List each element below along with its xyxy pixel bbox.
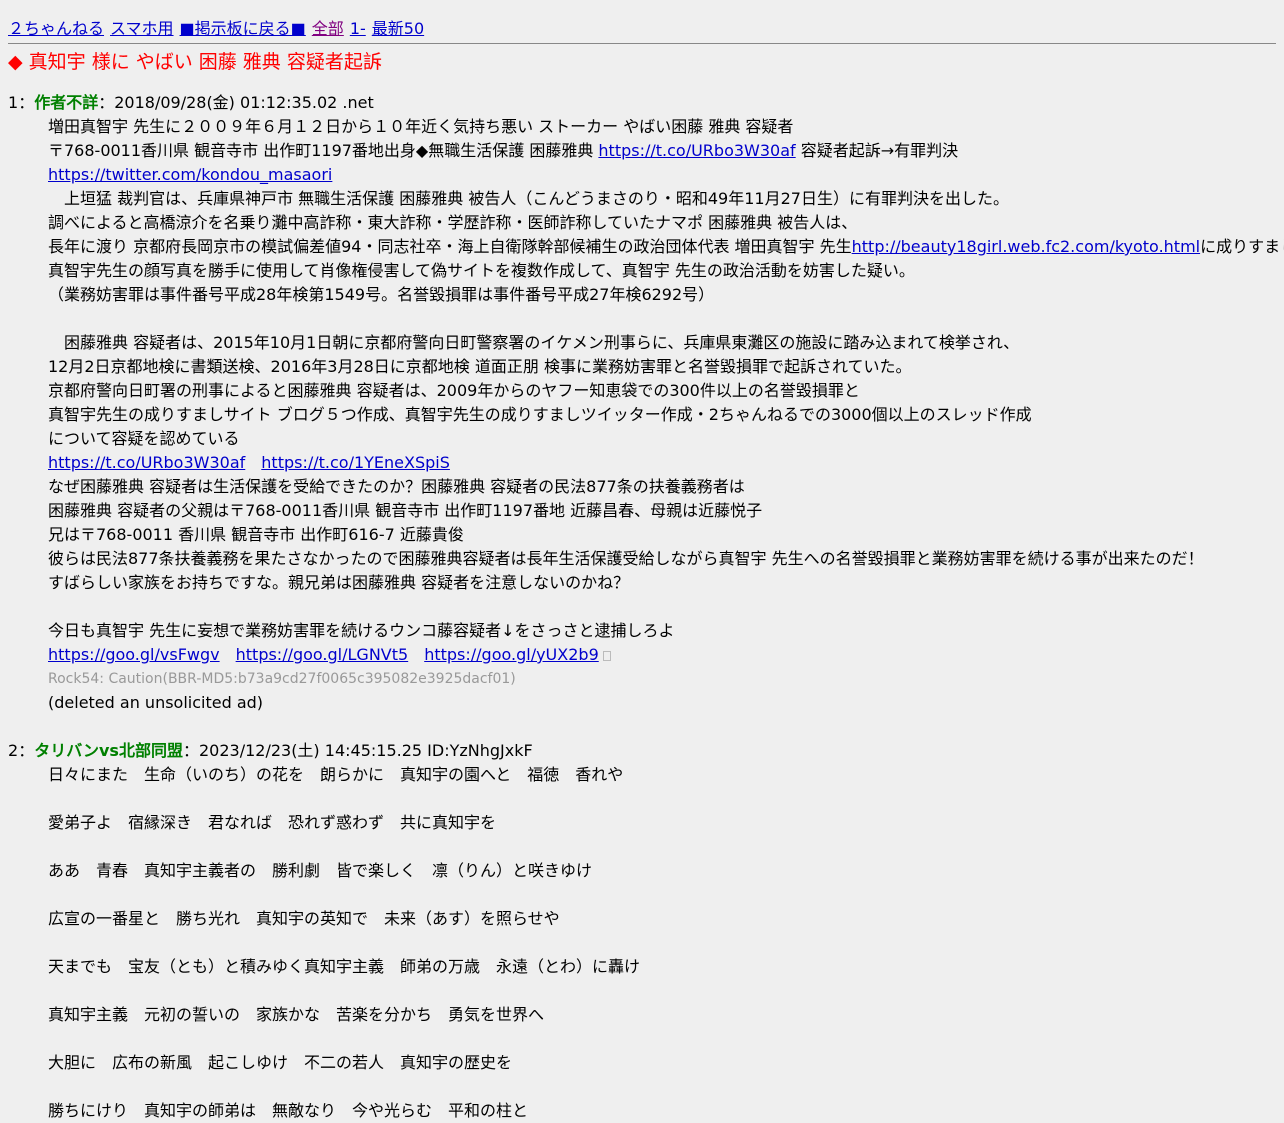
- post-line: 勝ちにけり 真知宇の師弟は 無敵なり 今や光らむ 平和の柱と: [48, 1101, 529, 1120]
- post-text: 長年に渡り 京都府長岡京市の模試偏差値94・同志社卒・海上自衛隊幹部候補生の政治…: [48, 237, 852, 256]
- top-navigation: ２ちゃんねる スマホ用 ■掲示板に戻る■ 全部 1- 最新50: [8, 17, 1276, 44]
- poster-name: タリバンvs北部同盟: [34, 741, 183, 760]
- thread-title: ◆ 真知宇 様に やばい 困藤 雅典 容疑者起訴: [8, 51, 382, 73]
- post-line: https://goo.gl/vsFwgv https://goo.gl/LGN…: [48, 643, 1280, 667]
- post-line: 真智宇先生の顔写真を勝手に使用して肖像権侵害して偽サイトを複数作成して、真智宇 …: [48, 261, 915, 280]
- post-line: 上垣猛 裁判官は、兵庫県神戸市 無職生活保護 困藤雅典 被告人（こんどうまさのり…: [48, 189, 1009, 208]
- post-line: https://t.co/URbo3W30af https://t.co/1YE…: [48, 451, 1280, 475]
- post-line: 調べによると高橋涼介を名乗り灘中高詐称・東大詐称・学歴詐称・医師詐称していたナマ…: [48, 213, 858, 232]
- post-header: 1：作者不詳：2018/09/28(金) 01:12:35.02 .net: [8, 91, 1280, 115]
- post-line: 大胆に 広布の新風 起こしゆけ 不二の若人 真知宇の歴史を: [48, 1053, 513, 1072]
- post-line: 〒768-0011香川県 観音寺市 出作町1197番地出身◆無職生活保護 困藤雅…: [48, 139, 1280, 163]
- nav-link-1-[interactable]: 1-: [350, 19, 366, 38]
- post-header: 2：タリバンvs北部同盟：2023/12/23(土) 14:45:15.25 I…: [8, 739, 1280, 763]
- post-meta: ：2018/09/28(金) 01:12:35.02 .net: [98, 93, 374, 112]
- post-line: 長年に渡り 京都府長岡京市の模試偏差値94・同志社卒・海上自衛隊幹部候補生の政治…: [48, 235, 1284, 259]
- nav-link-all[interactable]: 全部: [312, 19, 344, 38]
- external-link-icon: [602, 650, 611, 661]
- post-link[interactable]: https://goo.gl/LGNVt5: [236, 645, 409, 664]
- nav-link-smartphone[interactable]: スマホ用: [110, 19, 174, 38]
- post-link[interactable]: https://t.co/URbo3W30af: [598, 141, 795, 160]
- post-line: ああ 青春 真知宇主義者の 勝利劇 皆で楽しく 凛（りん）と咲きゆけ: [48, 861, 593, 880]
- post-text: に成りすまし: [1200, 237, 1284, 256]
- post-text: 〒768-0011香川県 観音寺市 出作町1197番地出身◆無職生活保護 困藤雅…: [48, 141, 599, 160]
- post-line: 天までも 宝友（とも）と積みゆく真知宇主義 師弟の万歳 永遠（とわ）に轟け: [48, 957, 641, 976]
- post-line: 真知宇主義 元初の誓いの 家族かな 苦楽を分かち 勇気を世界へ: [48, 1005, 545, 1024]
- post-link[interactable]: https://goo.gl/yUX2b9: [424, 645, 599, 664]
- post-separator: ：: [18, 93, 35, 112]
- post-line: 真智宇先生の成りすましサイト ブログ５つ作成、真智宇先生の成りすましツイッター作…: [48, 405, 1032, 424]
- post-line: すばらしい家族をお持ちですな。親兄弟は困藤雅典 容疑者を注意しないのかね？: [48, 573, 630, 592]
- post-number: 1: [8, 93, 19, 112]
- post-line: 彼らは民法877条扶養義務を果たさなかったので困藤雅典容疑者は長年生活保護受給し…: [48, 549, 1204, 568]
- post-line: 困藤雅典 容疑者の父親は〒768-0011香川県 観音寺市 出作町1197番地 …: [48, 501, 763, 520]
- post-link[interactable]: https://t.co/URbo3W30af: [48, 453, 245, 472]
- caution-note: Rock54: Caution(BBR-MD5:b73a9cd27f0065c3…: [48, 671, 516, 687]
- post-line: 困藤雅典 容疑者は、2015年10月1日朝に京都府警向日町警察署のイケメン刑事ら…: [48, 333, 1020, 352]
- post-line: （業務妨害罪は事件番号平成28年検第1549号。名誉毀損罪は事件番号平成27年検…: [48, 285, 715, 304]
- nav-link-latest50[interactable]: 最新50: [372, 19, 424, 38]
- post-spacer: [8, 715, 1280, 739]
- post-line: 日々にまた 生命（いのち）の花を 朗らかに 真知宇の園へと 福徳 香れや: [48, 765, 624, 784]
- post-line: 広宣の一番星と 勝ち光れ 真知宇の英知で 未来（あす）を照らせや: [48, 909, 560, 928]
- deleted-note: (deleted an unsolicited ad): [48, 693, 264, 712]
- post-link[interactable]: https://t.co/1YEneXSpiS: [261, 453, 450, 472]
- post-line: 12月2日京都地検に書類送検、2016年3月28日に京都地検 道面正朋 検事に業…: [48, 357, 912, 376]
- post-meta: ：2023/12/23(土) 14:45:15.25 ID:YzNhgJxkF: [182, 741, 533, 760]
- post-line: 増田真智宇 先生に２００９年６月１２日から１０年近く気持ち悪い ストーカー やば…: [48, 117, 794, 136]
- post-body: 増田真智宇 先生に２００９年６月１２日から１０年近く気持ち悪い ストーカー やば…: [48, 115, 1284, 715]
- post-line: なぜ困藤雅典 容疑者は生活保護を受給できたのか？困藤雅典 容疑者の民法877条の…: [48, 477, 745, 496]
- post-link[interactable]: http://beauty18girl.web.fc2.com/kyoto.ht…: [852, 237, 1200, 256]
- post-link[interactable]: https://twitter.com/kondou_masaori: [48, 165, 332, 184]
- post-separator: ：: [18, 741, 35, 760]
- post-link[interactable]: https://goo.gl/vsFwgv: [48, 645, 220, 664]
- post-line: 京都府警向日町署の刑事によると困藤雅典 容疑者は、2009年からのヤフー知恵袋で…: [48, 381, 860, 400]
- post-line: 愛弟子よ 宿縁深き 君なれば 恐れず惑わず 共に真知宇を: [48, 813, 497, 832]
- nav-link-2ch[interactable]: ２ちゃんねる: [8, 19, 104, 38]
- post-text: 容疑者起訴→有罪判決: [795, 141, 959, 160]
- post-line: について容疑を認めている: [48, 429, 240, 448]
- thread: 1：作者不詳：2018/09/28(金) 01:12:35.02 .net 増田…: [8, 91, 1284, 1123]
- post-line: 今日も真智宇 先生に妄想で業務妨害罪を続けるウンコ藤容疑者↓をさっさと逮捕しろよ: [48, 621, 675, 640]
- post-line: https://twitter.com/kondou_masaori: [48, 163, 1280, 187]
- post-body: 日々にまた 生命（いのち）の花を 朗らかに 真知宇の園へと 福徳 香れや 愛弟子…: [48, 763, 1280, 1123]
- post-line: 兄は〒768-0011 香川県 観音寺市 出作町616-7 近藤貴俊: [48, 525, 464, 544]
- nav-link-back-to-board[interactable]: ■掲示板に戻る■: [180, 19, 306, 38]
- post-1: 1：作者不詳：2018/09/28(金) 01:12:35.02 .net 増田…: [8, 91, 1284, 715]
- post-number: 2: [8, 741, 19, 760]
- poster-name: 作者不詳: [34, 93, 99, 112]
- post-2: 2：タリバンvs北部同盟：2023/12/23(土) 14:45:15.25 I…: [8, 739, 1280, 1123]
